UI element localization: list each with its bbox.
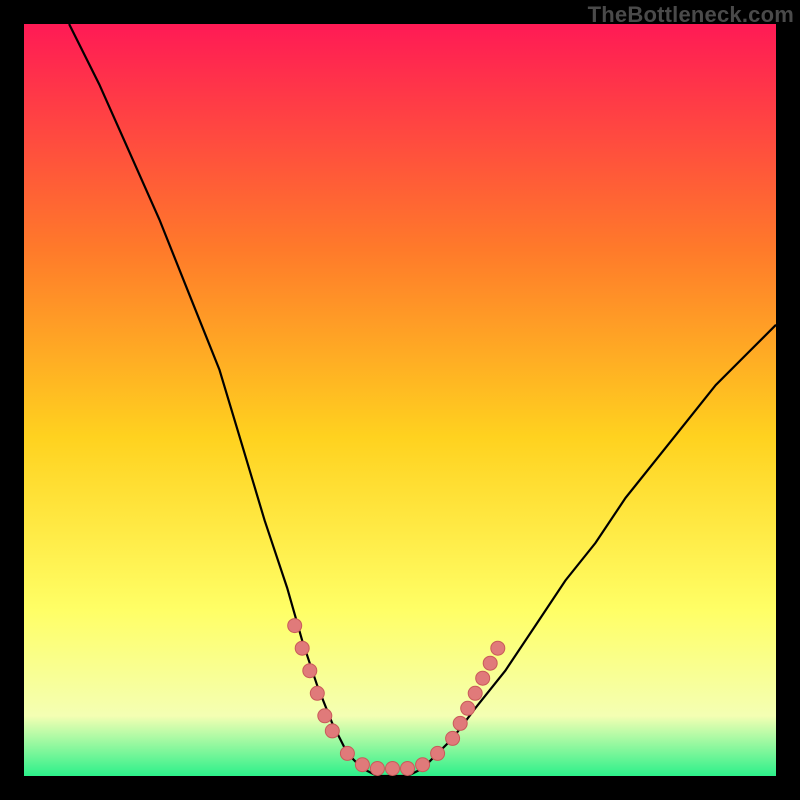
marker-dot [355, 758, 369, 772]
marker-dot [310, 686, 324, 700]
marker-dot [318, 709, 332, 723]
marker-dot [325, 724, 339, 738]
marker-dot [386, 762, 400, 776]
marker-dot [491, 641, 505, 655]
marker-dot [431, 746, 445, 760]
gradient-background [24, 24, 776, 776]
marker-dot [295, 641, 309, 655]
marker-dot [453, 716, 467, 730]
marker-dot [370, 762, 384, 776]
marker-dot [468, 686, 482, 700]
watermark-text: TheBottleneck.com [588, 2, 794, 28]
marker-dot [416, 758, 430, 772]
marker-dot [303, 664, 317, 678]
marker-dot [401, 762, 415, 776]
marker-dot [461, 701, 475, 715]
marker-dot [483, 656, 497, 670]
bottleneck-chart [24, 24, 776, 776]
marker-dot [340, 746, 354, 760]
marker-dot [446, 731, 460, 745]
chart-frame [24, 24, 776, 776]
marker-dot [288, 619, 302, 633]
marker-dot [476, 671, 490, 685]
